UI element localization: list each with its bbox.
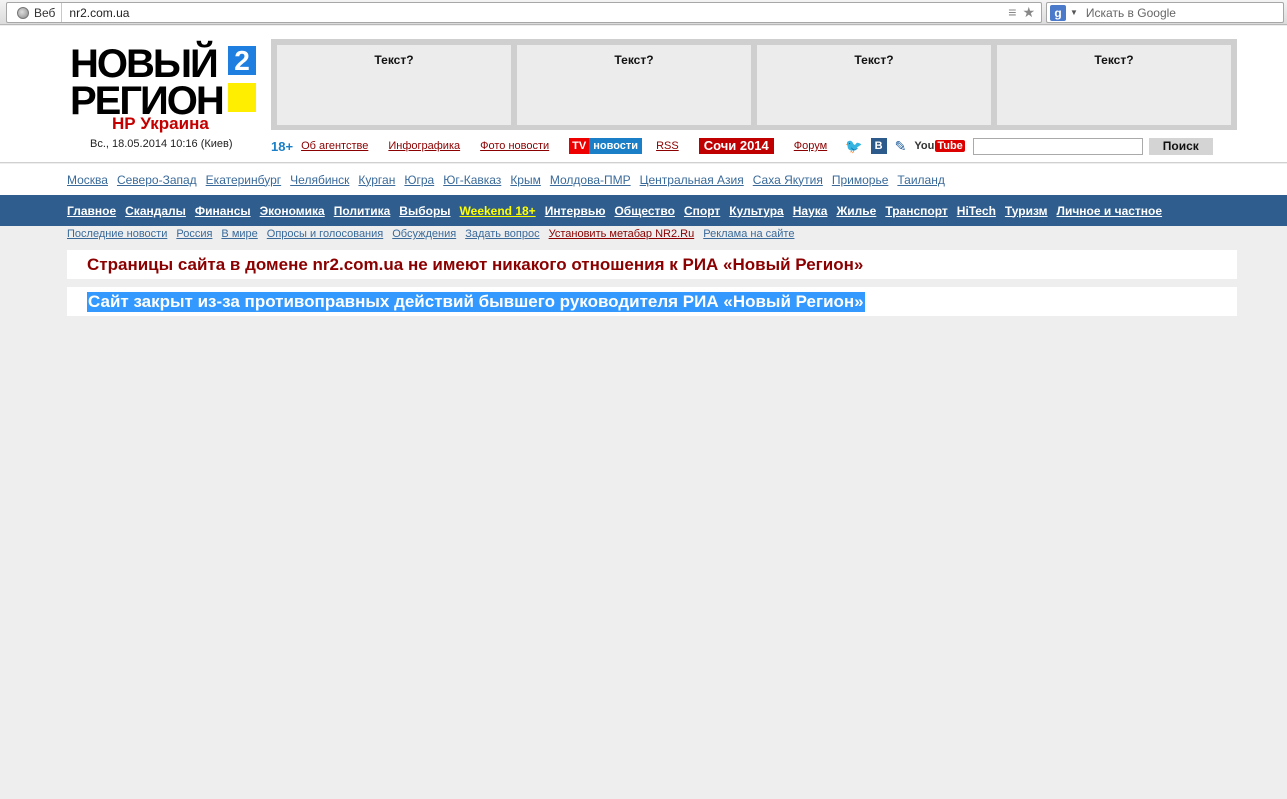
region-link[interactable]: Челябинск bbox=[290, 173, 349, 187]
nav-item[interactable]: Личное и частное bbox=[1057, 204, 1163, 218]
about-link[interactable]: Об агентстве bbox=[301, 140, 368, 152]
infographics-link[interactable]: Инфографика bbox=[388, 140, 460, 152]
nav-item[interactable]: Выборы bbox=[399, 204, 450, 218]
sub-nav: Последние новости Россия В мире Опросы и… bbox=[67, 228, 794, 240]
subnav-item[interactable]: Обсуждения bbox=[392, 228, 456, 240]
vk-icon[interactable]: В bbox=[870, 138, 887, 154]
tv-label: новости bbox=[593, 140, 639, 152]
tv-prefix: TV bbox=[569, 138, 590, 154]
nav-item[interactable]: HiTech bbox=[957, 204, 996, 218]
region-link[interactable]: Крым bbox=[510, 173, 541, 187]
region-link[interactable]: Молдова-ПМР bbox=[550, 173, 631, 187]
nav-item[interactable]: Политика bbox=[334, 204, 391, 218]
search-button[interactable]: Поиск bbox=[1148, 137, 1213, 155]
notice-closed-text: Сайт закрыт из-за противоправных действи… bbox=[87, 291, 865, 312]
forum-link[interactable]: Форум bbox=[794, 140, 827, 152]
sochi-2014-button[interactable]: Сочи 2014 bbox=[698, 138, 774, 154]
nav-item[interactable]: Экономика bbox=[260, 204, 325, 218]
ad-slot[interactable]: Текст? bbox=[277, 45, 511, 125]
ad-banner-row: Текст? Текст? Текст? Текст? bbox=[271, 39, 1237, 130]
region-link[interactable]: Центральная Азия bbox=[640, 173, 744, 187]
nav-item[interactable]: Общество bbox=[614, 204, 675, 218]
rss-link[interactable]: RSS bbox=[656, 140, 679, 152]
notice-domain-text: Страницы сайта в домене nr2.com.ua не им… bbox=[87, 254, 864, 274]
google-search-placeholder[interactable]: Искать в Google bbox=[1086, 6, 1176, 20]
twitter-icon[interactable]: 🐦 bbox=[845, 138, 862, 155]
age-rating: 18+ bbox=[271, 138, 294, 154]
nav-item[interactable]: Финансы bbox=[195, 204, 251, 218]
current-date: Вс., 18.05.2014 10:16 (Киев) bbox=[90, 138, 233, 150]
notice-closed: Сайт закрыт из-за противоправных действи… bbox=[67, 287, 1237, 316]
youtube-icon[interactable]: You Tube bbox=[914, 140, 965, 152]
youtube-tube: Tube bbox=[935, 140, 965, 152]
nav-item[interactable]: Туризм bbox=[1005, 204, 1048, 218]
google-search-box[interactable]: g ▼ Искать в Google bbox=[1046, 2, 1284, 23]
site-search-input[interactable] bbox=[972, 137, 1143, 155]
globe-icon bbox=[17, 6, 29, 19]
nav-item[interactable]: Транспорт bbox=[885, 204, 947, 218]
subnav-item-metabar[interactable]: Установить метабар NR2.Ru bbox=[549, 228, 695, 240]
ad-slot[interactable]: Текст? bbox=[517, 45, 751, 125]
nav-item[interactable]: Спорт bbox=[684, 204, 720, 218]
social-links: 🐦 В ✎ You Tube bbox=[845, 138, 965, 155]
nav-item-weekend[interactable]: Weekend 18+ bbox=[460, 204, 536, 218]
rss-icon[interactable]: ≡ bbox=[1008, 4, 1016, 21]
google-icon[interactable]: g bbox=[1050, 4, 1066, 21]
region-link[interactable]: Югра bbox=[404, 173, 434, 187]
site-header: НОВЫЙ РЕГИОН 2 НР Украина Вс., 18.05.201… bbox=[0, 26, 1287, 163]
region-link[interactable]: Москва bbox=[67, 173, 108, 187]
regions-nav: Москва Северо-Запад Екатеринбург Челябин… bbox=[0, 164, 1287, 195]
subnav-item[interactable]: Задать вопрос bbox=[465, 228, 539, 240]
nav-item[interactable]: Интервью bbox=[545, 204, 606, 218]
subnav-item[interactable]: В мире bbox=[221, 228, 257, 240]
region-link[interactable]: Курган bbox=[358, 173, 395, 187]
subnav-item[interactable]: Россия bbox=[176, 228, 212, 240]
notice-domain: Страницы сайта в домене nr2.com.ua не им… bbox=[67, 250, 1237, 279]
tv-news-button[interactable]: TV новости bbox=[569, 138, 643, 154]
logo-yellow-block bbox=[228, 83, 256, 112]
region-link[interactable]: Саха Якутия bbox=[753, 173, 823, 187]
ad-slot[interactable]: Текст? bbox=[997, 45, 1231, 125]
region-link[interactable]: Таиланд bbox=[897, 173, 944, 187]
nav-item[interactable]: Главное bbox=[67, 204, 116, 218]
logo-badge: 2 bbox=[228, 46, 256, 75]
subnav-item[interactable]: Опросы и голосования bbox=[267, 228, 383, 240]
address-bar[interactable]: Веб nr2.com.ua ≡ ★ bbox=[6, 2, 1042, 23]
region-link[interactable]: Северо-Запад bbox=[117, 173, 197, 187]
header-toolbar: 18+ Об агентстве Инфографика Фото новост… bbox=[271, 136, 1237, 156]
web-chip-label: Веб bbox=[34, 5, 56, 20]
nav-item[interactable]: Скандалы bbox=[125, 204, 186, 218]
nav-item[interactable]: Жилье bbox=[836, 204, 876, 218]
main-nav: Главное Скандалы Финансы Экономика Полит… bbox=[0, 195, 1287, 226]
ad-slot[interactable]: Текст? bbox=[757, 45, 991, 125]
nav-item[interactable]: Культура bbox=[729, 204, 783, 218]
site-subtitle: НР Украина bbox=[112, 114, 209, 133]
site-info-chip[interactable]: Веб bbox=[7, 3, 63, 22]
browser-toolbar: Веб nr2.com.ua ≡ ★ g ▼ Искать в Google bbox=[0, 0, 1287, 25]
star-icon[interactable]: ★ bbox=[1022, 4, 1035, 21]
nav-item[interactable]: Наука bbox=[793, 204, 828, 218]
livejournal-icon[interactable]: ✎ bbox=[895, 138, 907, 155]
url-text[interactable]: nr2.com.ua bbox=[62, 6, 1008, 20]
region-link[interactable]: Юг-Кавказ bbox=[443, 173, 501, 187]
site-logo[interactable]: НОВЫЙ РЕГИОН 2 bbox=[70, 44, 260, 121]
chevron-down-icon[interactable]: ▼ bbox=[1070, 8, 1078, 17]
youtube-you: You bbox=[914, 140, 935, 152]
subnav-item[interactable]: Последние новости bbox=[67, 228, 167, 240]
region-link[interactable]: Приморье bbox=[832, 173, 889, 187]
photo-news-link[interactable]: Фото новости bbox=[480, 140, 549, 152]
subnav-item[interactable]: Реклама на сайте bbox=[703, 228, 794, 240]
region-link[interactable]: Екатеринбург bbox=[206, 173, 282, 187]
